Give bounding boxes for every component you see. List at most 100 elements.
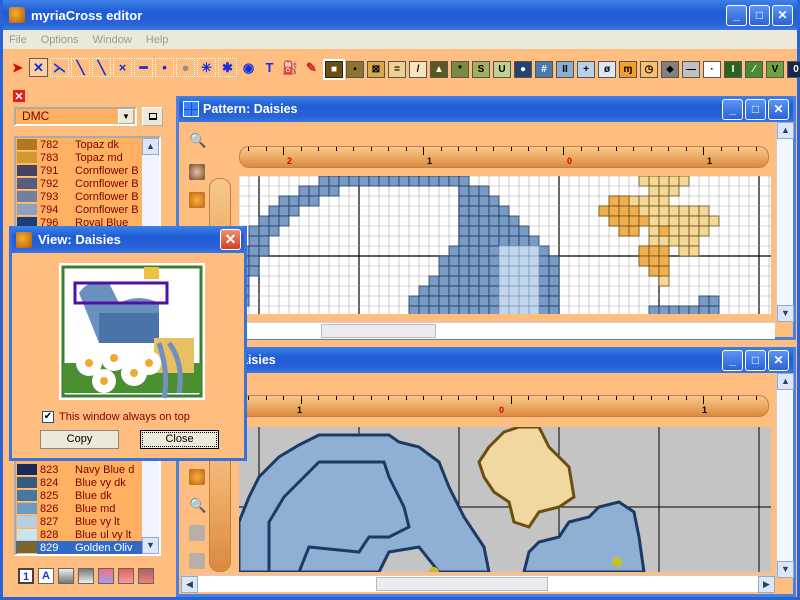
maximize-button[interactable]: □ — [749, 4, 770, 26]
close-dialog-button[interactable]: Close — [140, 430, 219, 449]
symbol-swatch[interactable]: ■ — [323, 59, 345, 80]
symbol-swatch[interactable]: U — [493, 61, 511, 78]
number-view-icon[interactable]: 1 — [18, 568, 34, 584]
pattern-grid-canvas[interactable] — [239, 176, 771, 314]
menu-help[interactable]: Help — [146, 34, 169, 46]
tool-french-knot-icon[interactable]: • — [155, 58, 174, 77]
color-list-item[interactable]: 825 Blue dk — [16, 489, 159, 502]
color-list-item[interactable]: 827 Blue vy lt — [16, 515, 159, 528]
hscroll-thumb[interactable] — [321, 324, 436, 338]
color-list-item[interactable]: 826 Blue md — [16, 502, 159, 515]
symbol-swatch[interactable]: ▪ — [346, 61, 364, 78]
pattern-thumbnail[interactable] — [59, 263, 205, 400]
pattern2-maximize-button[interactable]: □ — [745, 349, 766, 371]
symbol-swatch[interactable]: V — [766, 61, 784, 78]
tool-bead-icon[interactable]: ● — [176, 58, 195, 77]
symbol-swatch[interactable]: / — [409, 61, 427, 78]
tool-person-stitch-icon[interactable]: ✱ — [218, 58, 237, 77]
pattern2-titlebar[interactable]: aisies _ □ ✕ — [179, 347, 793, 373]
color-list-item[interactable]: 823 Navy Blue d — [16, 463, 159, 476]
pattern-chart[interactable] — [239, 176, 771, 314]
pattern2-hscrollbar[interactable]: ◀ ▶ — [181, 575, 775, 593]
tool-three-quarter-cross-icon[interactable]: ⋋ — [50, 58, 69, 77]
realistic-preview[interactable] — [239, 427, 771, 572]
symbol-swatch[interactable]: ⁄ — [745, 61, 763, 78]
symbol-swatch[interactable]: II — [556, 61, 574, 78]
menu-window[interactable]: Window — [93, 34, 132, 46]
tool-star-stitch-icon[interactable]: ✳ — [197, 58, 216, 77]
gradient-gray-icon[interactable] — [58, 568, 74, 584]
color-list-item[interactable]: 783 Topaz md — [16, 151, 159, 164]
scroll-up-icon[interactable]: ▲ — [777, 122, 794, 139]
symbol-swatch[interactable]: = — [388, 61, 406, 78]
symbol-swatch[interactable]: S — [472, 61, 490, 78]
color-list-item[interactable]: 791 Cornflower B — [16, 164, 159, 177]
color-list-item[interactable]: 828 Blue ul vy lt — [16, 528, 159, 541]
symbol-swatch[interactable]: — — [682, 61, 700, 78]
symbol-swatch[interactable]: ⊠ — [367, 61, 385, 78]
scroll-down-icon[interactable]: ▼ — [777, 305, 794, 322]
pattern2-vscrollbar[interactable]: ▲ ▼ — [776, 373, 794, 578]
menu-file[interactable]: File — [9, 34, 27, 46]
always-on-top-checkbox[interactable]: ✔ This window always on top — [42, 411, 190, 423]
scroll-down-icon[interactable]: ▼ — [777, 561, 794, 578]
close-button[interactable]: ✕ — [772, 4, 793, 26]
pattern-minimize-button[interactable]: _ — [722, 98, 743, 120]
tool-eyedropper-icon[interactable]: ✎ — [302, 58, 321, 77]
tool-button-icon[interactable]: ◉ — [239, 58, 258, 77]
gradient-dark-red-icon[interactable] — [138, 568, 154, 584]
view-dialog-close-icon[interactable]: ✕ — [220, 229, 241, 250]
close-palette-icon[interactable]: ✕ — [13, 90, 25, 103]
tool-petite-cross-icon[interactable]: × — [113, 58, 132, 77]
color-list-item[interactable]: 782 Topaz dk — [16, 138, 159, 151]
symbol-swatch[interactable]: I — [724, 61, 742, 78]
scroll-up-icon[interactable]: ▲ — [142, 138, 159, 155]
menu-options[interactable]: Options — [41, 34, 79, 46]
pattern2-close-button[interactable]: ✕ — [768, 349, 789, 371]
view-dialog-titlebar[interactable]: View: Daisies ✕ — [12, 226, 244, 253]
tool-full-cross-icon[interactable]: ✕ — [29, 58, 48, 77]
color-list-item[interactable]: 824 Blue vy dk — [16, 476, 159, 489]
symbol-swatch[interactable]: * — [451, 61, 469, 78]
color-list-item[interactable]: 792 Cornflower B — [16, 177, 159, 190]
symbol-swatch[interactable]: ● — [514, 61, 532, 78]
thread-brand-select[interactable]: DMC ▼ — [14, 107, 137, 126]
hscroll-thumb[interactable] — [376, 577, 548, 591]
tool-backstitch-icon[interactable]: ━ — [134, 58, 153, 77]
minimize-button[interactable]: _ — [726, 4, 747, 26]
scroll-right-icon[interactable]: ▶ — [758, 576, 775, 593]
stitch-copy-icon[interactable] — [189, 469, 205, 485]
checkmark-icon[interactable]: ✔ — [42, 411, 54, 423]
gradient-red-icon[interactable] — [118, 568, 134, 584]
scroll-left-icon[interactable]: ◀ — [181, 576, 198, 593]
tool-fill-bucket-icon[interactable]: ⛽ — [281, 58, 300, 77]
symbol-swatch[interactable]: ø — [598, 61, 616, 78]
color-list-item[interactable]: 794 Cornflower B — [16, 203, 159, 216]
stitch-view-icon[interactable] — [189, 192, 205, 208]
symbol-swatch[interactable]: + — [577, 61, 595, 78]
photo-icon[interactable] — [189, 164, 205, 180]
symbol-view-icon[interactable]: A — [38, 568, 54, 584]
pattern-close-button[interactable]: ✕ — [768, 98, 789, 120]
symbol-swatch[interactable]: # — [535, 61, 553, 78]
copy-button[interactable]: Copy — [40, 430, 119, 449]
zoom-in-out-icon[interactable]: 🔍 — [189, 132, 206, 148]
color-list-item[interactable]: 829 Golden Oliv — [16, 541, 159, 554]
tool-text-icon[interactable]: T — [260, 58, 279, 77]
tool-half-cross-icon[interactable]: ╲ — [71, 58, 90, 77]
scroll-down-icon[interactable]: ▼ — [142, 537, 159, 554]
stitch-preview-canvas[interactable] — [239, 427, 771, 572]
gradient-pink-icon[interactable] — [98, 568, 114, 584]
symbol-swatch[interactable]: ◷ — [640, 61, 658, 78]
symbol-swatch[interactable]: · — [703, 61, 721, 78]
tool-quarter-cross-icon[interactable]: ╲ — [92, 58, 111, 77]
gradient-gray2-icon[interactable] — [78, 568, 94, 584]
symbol-swatch[interactable]: ɱ — [619, 61, 637, 78]
pattern2-minimize-button[interactable]: _ — [722, 349, 743, 371]
pattern-vscrollbar[interactable]: ▲ ▼ — [776, 122, 794, 322]
tool-select-arrow-icon[interactable]: ➤ — [8, 58, 27, 77]
pattern-titlebar[interactable]: Pattern: Daisies _ □ ✕ — [179, 96, 793, 122]
main-titlebar[interactable]: myriaCross editor _ □ ✕ — [3, 0, 797, 30]
magnifier-icon[interactable]: 🔍 — [189, 497, 206, 513]
pattern-maximize-button[interactable]: □ — [745, 98, 766, 120]
